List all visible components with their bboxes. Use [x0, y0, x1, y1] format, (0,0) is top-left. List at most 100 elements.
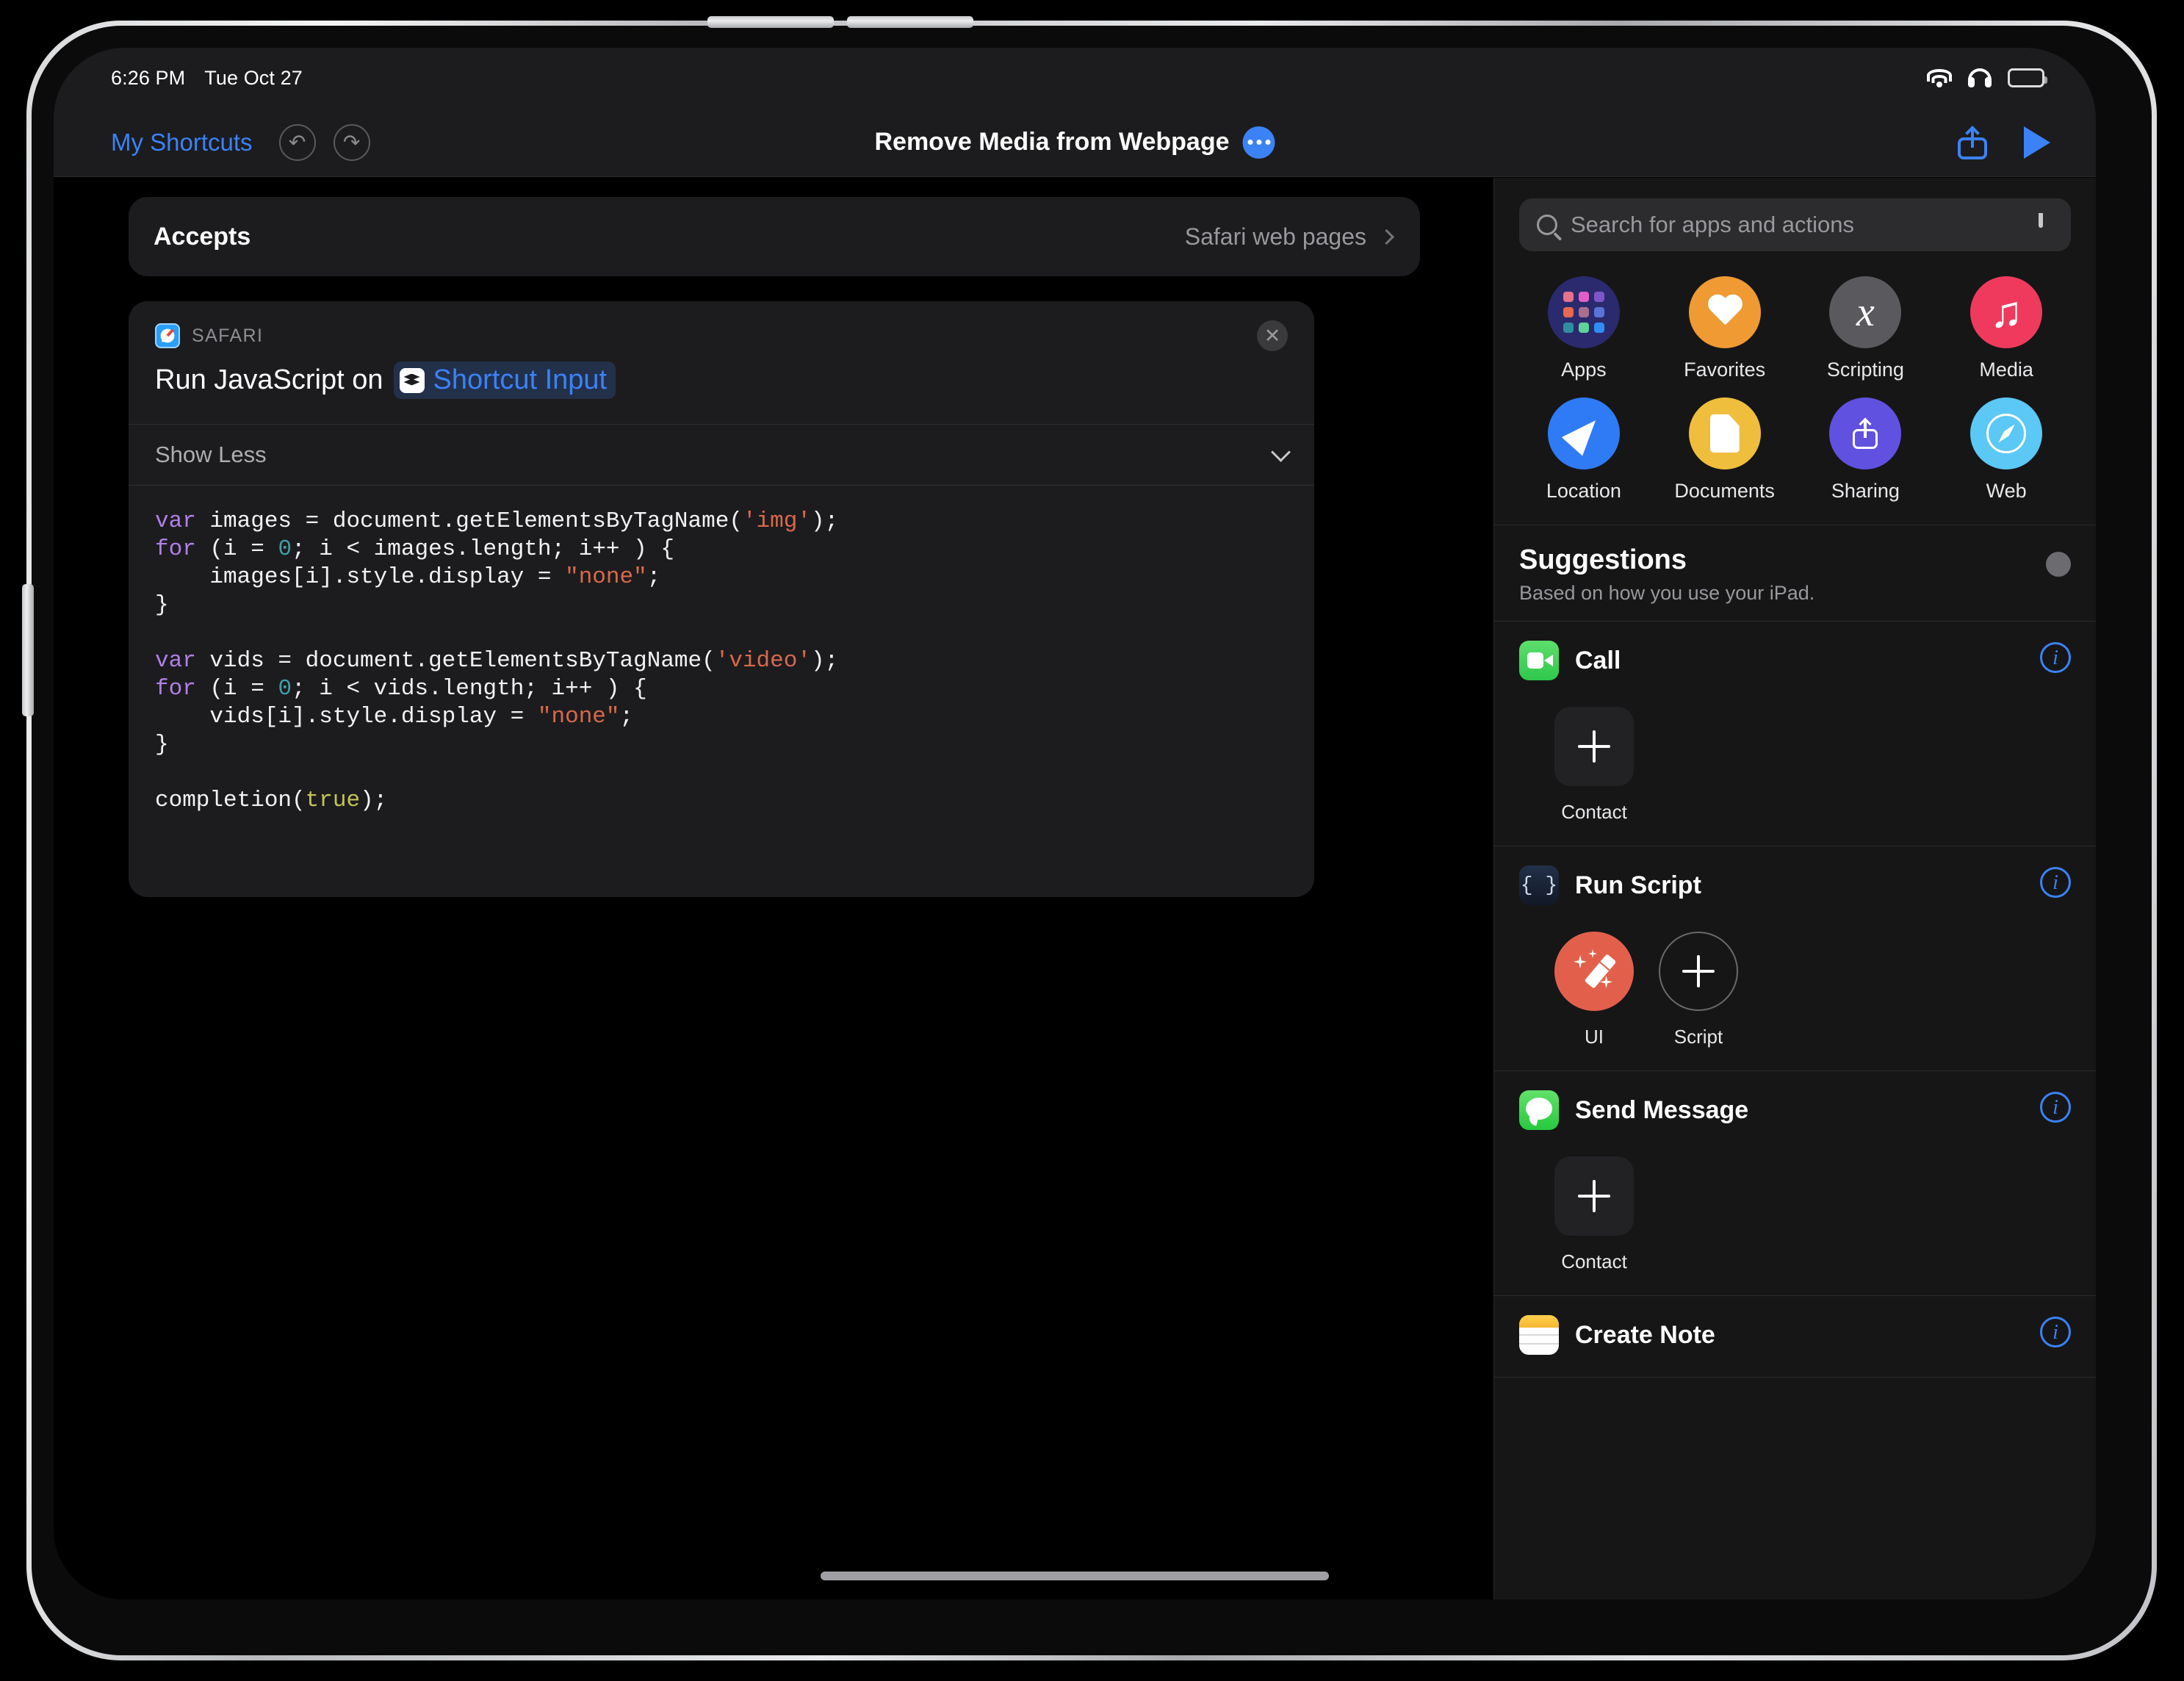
accepts-row[interactable]: Accepts Safari web pages: [129, 197, 1420, 276]
ellipsis-icon[interactable]: [1242, 126, 1275, 159]
heart-icon: [1688, 276, 1761, 348]
category-web[interactable]: Web: [1936, 397, 2077, 503]
category-grid: Apps Favorites x Scripting ♫ Media Location Doc…: [1494, 267, 2096, 525]
parameter-row: Contact: [1519, 1130, 2071, 1273]
safari-icon: [155, 323, 180, 348]
shortcut-input-token[interactable]: Shortcut Input: [393, 361, 616, 399]
plus-icon: [1554, 1156, 1634, 1236]
show-less-label: Show Less: [155, 442, 267, 467]
suggestion-create-note[interactable]: Create Note i: [1494, 1296, 2096, 1378]
ipad-device-frame: 6:26 PM Tue Oct 27 My Shortcuts ↶ ↷ Remo…: [22, 16, 2157, 1660]
status-bar-left: 6:26 PM Tue Oct 27: [111, 67, 303, 90]
suggestions-title: Suggestions: [1519, 544, 1687, 575]
suggestion-run-script[interactable]: { } Run Script i UI Script: [1494, 846, 2096, 1071]
apps-grid-icon: [1547, 276, 1620, 348]
category-location[interactable]: Location: [1513, 397, 1654, 503]
share-icon[interactable]: [1958, 125, 1987, 159]
action-app-name: SAFARI: [192, 325, 264, 346]
code-line: }: [155, 732, 169, 757]
navigation-arrow-icon: [1547, 397, 1620, 469]
shortcut-input-icon: [399, 367, 425, 393]
category-apps[interactable]: Apps: [1513, 276, 1654, 381]
parameter-script[interactable]: Script: [1659, 932, 1738, 1048]
category-label: Documents: [1674, 480, 1775, 502]
volume-up-button[interactable]: [707, 16, 834, 28]
plus-icon: [1554, 707, 1634, 786]
microphone-icon[interactable]: [2039, 213, 2055, 237]
show-less-toggle[interactable]: Show Less: [129, 424, 1314, 486]
category-documents[interactable]: Documents: [1654, 397, 1795, 503]
javascript-code-editor[interactable]: var images = document.getElementsByTagNa…: [129, 486, 1314, 897]
parameter-label: Contact: [1561, 801, 1627, 823]
suggestion-header: Send Message: [1519, 1090, 2071, 1130]
spinner-icon[interactable]: [2046, 552, 2071, 577]
parameter-label: Contact: [1561, 1250, 1627, 1273]
code-line: vids[i].style.display = "none";: [155, 704, 634, 730]
category-label: Scripting: [1826, 359, 1904, 381]
accepts-label: Accepts: [154, 222, 251, 251]
parameter-label: Script: [1673, 1026, 1723, 1048]
power-button[interactable]: [22, 584, 34, 716]
info-icon[interactable]: i: [2040, 867, 2071, 898]
undo-icon[interactable]: ↶: [278, 123, 316, 161]
category-label: Web: [1986, 480, 2027, 502]
suggestion-header: { } Run Script: [1519, 865, 2071, 905]
close-circle-icon[interactable]: ✕: [1257, 320, 1288, 351]
category-sharing[interactable]: Sharing: [1795, 397, 1936, 503]
category-media[interactable]: ♫ Media: [1936, 276, 2077, 381]
category-label: Location: [1546, 480, 1621, 502]
suggestion-call[interactable]: Call i Contact: [1494, 622, 2096, 846]
suggestion-header: Create Note: [1519, 1315, 2071, 1355]
suggestions-header: Suggestions Based on how you use your iP…: [1494, 525, 2096, 622]
share-icon: [1829, 397, 1902, 469]
action-title: Run JavaScript on: [155, 364, 383, 395]
category-label: Media: [1979, 359, 2033, 381]
code-line: var vids = document.getElementsByTagName…: [155, 648, 839, 674]
navigation-bar-right: [1958, 125, 2050, 159]
shortcut-title-group: Remove Media from Webpage: [874, 126, 1275, 159]
accepts-value: Safari web pages: [1184, 223, 1366, 250]
navigation-bar: My Shortcuts ↶ ↷ Remove Media from Webpa…: [54, 108, 2096, 177]
code-line: }: [155, 592, 169, 618]
category-scripting[interactable]: x Scripting: [1795, 276, 1936, 381]
my-shortcuts-back-button[interactable]: My Shortcuts: [111, 129, 253, 156]
run-script-icon: { }: [1519, 865, 1559, 905]
info-icon[interactable]: i: [2040, 642, 2071, 673]
content-area: Accepts Safari web pages SAFARI ✕ Run Ja…: [54, 178, 2096, 1599]
chevron-down-icon: [1271, 442, 1291, 462]
parameter-contact[interactable]: Contact: [1554, 707, 1634, 824]
parameter-row: Contact: [1519, 680, 2071, 824]
action-library-pane: Search for apps and actions Apps Favorite…: [1493, 178, 2096, 1599]
code-line: for (i = 0; i < vids.length; i++ ) {: [155, 676, 647, 702]
status-time: 6:26 PM: [111, 66, 186, 89]
battery-icon: [2008, 68, 2047, 87]
headphones-icon: [1968, 68, 1992, 87]
search-input[interactable]: Search for apps and actions: [1571, 212, 2025, 238]
document-icon: [1688, 397, 1761, 469]
home-indicator[interactable]: [821, 1572, 1329, 1580]
category-favorites[interactable]: Favorites: [1654, 276, 1795, 381]
music-note-icon: ♫: [1970, 276, 2043, 348]
status-bar-right: [1927, 68, 2047, 87]
parameter-ui[interactable]: UI: [1554, 932, 1634, 1048]
search-icon: [1537, 215, 1557, 235]
volume-down-button[interactable]: [847, 16, 973, 28]
action-card-run-javascript: SAFARI ✕ Run JavaScript on Shortcut Inpu…: [129, 301, 1314, 897]
redo-icon[interactable]: ↷: [333, 123, 370, 161]
search-field[interactable]: Search for apps and actions: [1519, 198, 2071, 251]
code-line: completion(true);: [155, 788, 388, 813]
code-line: var images = document.getElementsByTagNa…: [155, 508, 839, 534]
suggestion-send-message[interactable]: Send Message i Contact: [1494, 1071, 2096, 1296]
magic-wand-icon: [1554, 932, 1634, 1011]
info-icon[interactable]: i: [2040, 1317, 2071, 1347]
info-icon[interactable]: i: [2040, 1092, 2071, 1123]
parameter-row: UI Script: [1519, 905, 2071, 1048]
status-date: Tue Oct 27: [204, 66, 303, 89]
accepts-value-group: Safari web pages: [1184, 223, 1395, 251]
status-bar: 6:26 PM Tue Oct 27: [54, 48, 2096, 108]
notes-icon: [1519, 1315, 1559, 1355]
parameter-contact[interactable]: Contact: [1554, 1156, 1634, 1273]
parameter-label: UI: [1585, 1026, 1604, 1048]
play-icon[interactable]: [2024, 126, 2050, 159]
